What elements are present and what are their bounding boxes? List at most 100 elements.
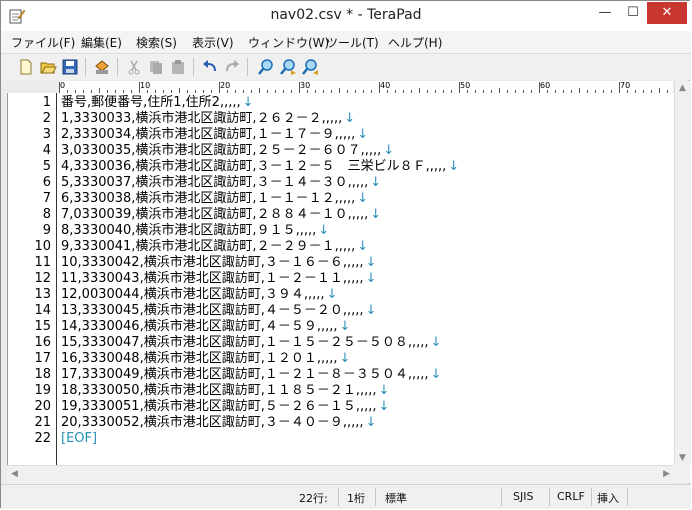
status-column: 1桁 [347, 492, 365, 505]
editor-line[interactable]: 1 番号,郵便番号,住所1,住所2,,,,, ↓ [8, 95, 674, 111]
scroll-corner [674, 465, 690, 483]
return-mark-icon: ↓ [357, 239, 369, 254]
editor-line[interactable]: 11 10,3330042,横浜市港北区諏訪町,３－１６－６,,,,, ↓ [8, 255, 674, 271]
editor-line[interactable]: 15 14,3330046,横浜市港北区諏訪町,４－５９,,,,, ↓ [8, 319, 674, 335]
return-mark-icon: ↓ [430, 335, 442, 350]
editor-line[interactable]: 17 16,3330048,横浜市港北区諏訪町,１２０１,,,,, ↓ [8, 351, 674, 367]
toolbar-separator [193, 58, 194, 76]
line-text: 3,0330035,横浜市港北区諏訪町,２５－２－６０７,,,,, [61, 143, 382, 158]
editor-line[interactable]: 13 12,0030044,横浜市港北区諏訪町,３９４,,,,, ↓ [8, 287, 674, 303]
paste-icon[interactable] [169, 58, 187, 76]
line-text: 17,3330049,横浜市港北区諏訪町,１－２１－８－３５０４,,,,, [61, 367, 429, 382]
undo-icon[interactable] [201, 58, 219, 76]
find-icon[interactable] [257, 58, 275, 76]
ruler-label: 40 [380, 81, 391, 90]
toolbar [1, 54, 691, 80]
close-button[interactable]: ✕ [647, 2, 687, 24]
line-number: 13 [34, 287, 51, 302]
ruler-label: 0 [60, 81, 66, 90]
line-number: 1 [42, 95, 51, 110]
editor-line[interactable]: 18 17,3330049,横浜市港北区諏訪町,１－２１－８－３５０４,,,,, ↓ [8, 367, 674, 383]
editor-line[interactable]: 12 11,3330043,横浜市港北区諏訪町,１－２－１１,,,,, ↓ [8, 271, 674, 287]
editor-line[interactable]: 22 [EOF] [8, 431, 674, 447]
editor-line[interactable]: 14 13,3330045,横浜市港北区諏訪町,４－５－２０,,,,, ↓ [8, 303, 674, 319]
editor-line[interactable]: 7 6,3330038,横浜市港北区諏訪町,１－１－１２,,,,, ↓ [8, 191, 674, 207]
title-bar[interactable]: nav02.csv * - TeraPad — ☐ ✕ [1, 1, 691, 31]
line-text: 11,3330043,横浜市港北区諏訪町,１－２－１１,,,,, [61, 271, 364, 286]
toolbar-separator [247, 58, 248, 76]
menu-tools[interactable]: ツール(T) [326, 34, 379, 51]
ruler-label: 50 [460, 81, 471, 90]
open-file-icon[interactable] [39, 58, 57, 76]
ruler-tick [299, 82, 300, 93]
editor-line[interactable]: 5 4,3330036,横浜市港北区諏訪町,３－１２－５ 三栄ビル８Ｆ,,,,, ↓ [8, 159, 674, 175]
scroll-up-icon[interactable]: ▲ [679, 83, 686, 93]
find-prev-icon[interactable] [301, 58, 319, 76]
line-text: 4,3330036,横浜市港北区諏訪町,３－１２－５ 三栄ビル８Ｆ,,,,, [61, 159, 447, 174]
line-text: 5,3330037,横浜市港北区諏訪町,３－１４－３０,,,,, [61, 175, 369, 190]
menu-search[interactable]: 検索(S) [136, 34, 177, 51]
menu-view[interactable]: 表示(V) [192, 34, 234, 51]
editor-line[interactable]: 20 19,3330051,横浜市港北区諏訪町,５－２６－１５,,,,, ↓ [8, 399, 674, 415]
line-number: 2 [42, 111, 51, 126]
menu-help[interactable]: ヘルプ(H) [388, 34, 442, 51]
editor-line[interactable]: 19 18,3330050,横浜市港北区諏訪町,１１８５－２１,,,,, ↓ [8, 383, 674, 399]
return-mark-icon: ↓ [357, 191, 369, 206]
editor-line[interactable]: 8 7,0330039,横浜市港北区諏訪町,２８８４－１０,,,,, ↓ [8, 207, 674, 223]
maximize-button[interactable]: ☐ [619, 2, 647, 24]
line-text: 18,3330050,横浜市港北区諏訪町,１１８５－２１,,,,, [61, 383, 377, 398]
menu-edit[interactable]: 編集(E) [81, 34, 122, 51]
ruler-tick [139, 82, 140, 93]
editor-line[interactable]: 9 8,3330040,横浜市港北区諏訪町,９１５,,,,, ↓ [8, 223, 674, 239]
print-icon[interactable] [93, 58, 111, 76]
return-mark-icon: ↓ [339, 351, 351, 366]
copy-icon[interactable] [147, 58, 165, 76]
new-file-icon[interactable] [17, 58, 35, 76]
editor-line[interactable]: 4 3,0330035,横浜市港北区諏訪町,２５－２－６０７,,,,, ↓ [8, 143, 674, 159]
ruler-tick [459, 82, 460, 93]
line-text: 番号,郵便番号,住所1,住所2,,,,, [61, 95, 241, 110]
cut-icon[interactable] [125, 58, 143, 76]
line-text: 10,3330042,横浜市港北区諏訪町,３－１６－６,,,,, [61, 255, 364, 270]
ruler-tick [59, 82, 60, 93]
line-text: 13,3330045,横浜市港北区諏訪町,４－５－２０,,,,, [61, 303, 364, 318]
editor-line[interactable]: 16 15,3330047,横浜市港北区諏訪町,１－１５－２５－５０８,,,,, ↓ [8, 335, 674, 351]
ruler-tick [379, 82, 380, 93]
line-number: 14 [34, 303, 51, 318]
line-number: 21 [34, 415, 51, 430]
find-next-icon[interactable] [279, 58, 297, 76]
menu-bar: ファイル(F) 編集(E) 検索(S) 表示(V) ウィンドウ(W) ツール(T… [1, 31, 691, 54]
return-mark-icon: ↓ [365, 303, 377, 318]
line-number: 15 [34, 319, 51, 334]
status-insert-mode: 挿入 [597, 492, 619, 505]
line-number: 7 [42, 191, 51, 206]
return-mark-icon: ↓ [339, 319, 351, 334]
status-divider [501, 488, 502, 506]
scroll-right-icon[interactable]: ▶ [663, 469, 670, 479]
line-number: 22 [34, 431, 51, 446]
minimize-button[interactable]: — [591, 2, 619, 24]
menu-file[interactable]: ファイル(F) [11, 34, 75, 51]
save-icon[interactable] [61, 58, 79, 76]
line-text: 14,3330046,横浜市港北区諏訪町,４－５９,,,,, [61, 319, 338, 334]
editor-line[interactable]: 21 20,3330052,横浜市港北区諏訪町,３－４０－９,,,,, ↓ [8, 415, 674, 431]
editor-line[interactable]: 3 2,3330034,横浜市港北区諏訪町,１－１７－９,,,,, ↓ [8, 127, 674, 143]
vertical-scrollbar[interactable]: ▲ ▼ [674, 81, 691, 465]
return-mark-icon: ↓ [357, 127, 369, 142]
toolbar-separator [117, 58, 118, 76]
return-mark-icon: ↓ [378, 399, 390, 414]
line-text: 6,3330038,横浜市港北区諏訪町,１－１－１２,,,,, [61, 191, 356, 206]
editor-line[interactable]: 6 5,3330037,横浜市港北区諏訪町,３－１４－３０,,,,, ↓ [8, 175, 674, 191]
return-mark-icon: ↓ [370, 175, 382, 190]
return-mark-icon: ↓ [430, 367, 442, 382]
redo-icon[interactable] [223, 58, 241, 76]
editor-line[interactable]: 10 9,3330041,横浜市港北区諏訪町,２－２９－１,,,,, ↓ [8, 239, 674, 255]
menu-window[interactable]: ウィンドウ(W) [248, 34, 329, 51]
scroll-down-icon[interactable]: ▼ [679, 453, 686, 463]
return-mark-icon: ↓ [242, 95, 254, 110]
scroll-left-icon[interactable]: ◀ [11, 469, 18, 479]
text-editor[interactable]: 1 番号,郵便番号,住所1,住所2,,,,, ↓ 2 1,3330033,横浜市港北区諏… [7, 93, 674, 465]
horizontal-scrollbar[interactable]: ◀ ▶ [7, 465, 674, 484]
return-mark-icon: ↓ [378, 383, 390, 398]
editor-line[interactable]: 2 1,3330033,横浜市港北区諏訪町,２６２－２,,,,, ↓ [8, 111, 674, 127]
